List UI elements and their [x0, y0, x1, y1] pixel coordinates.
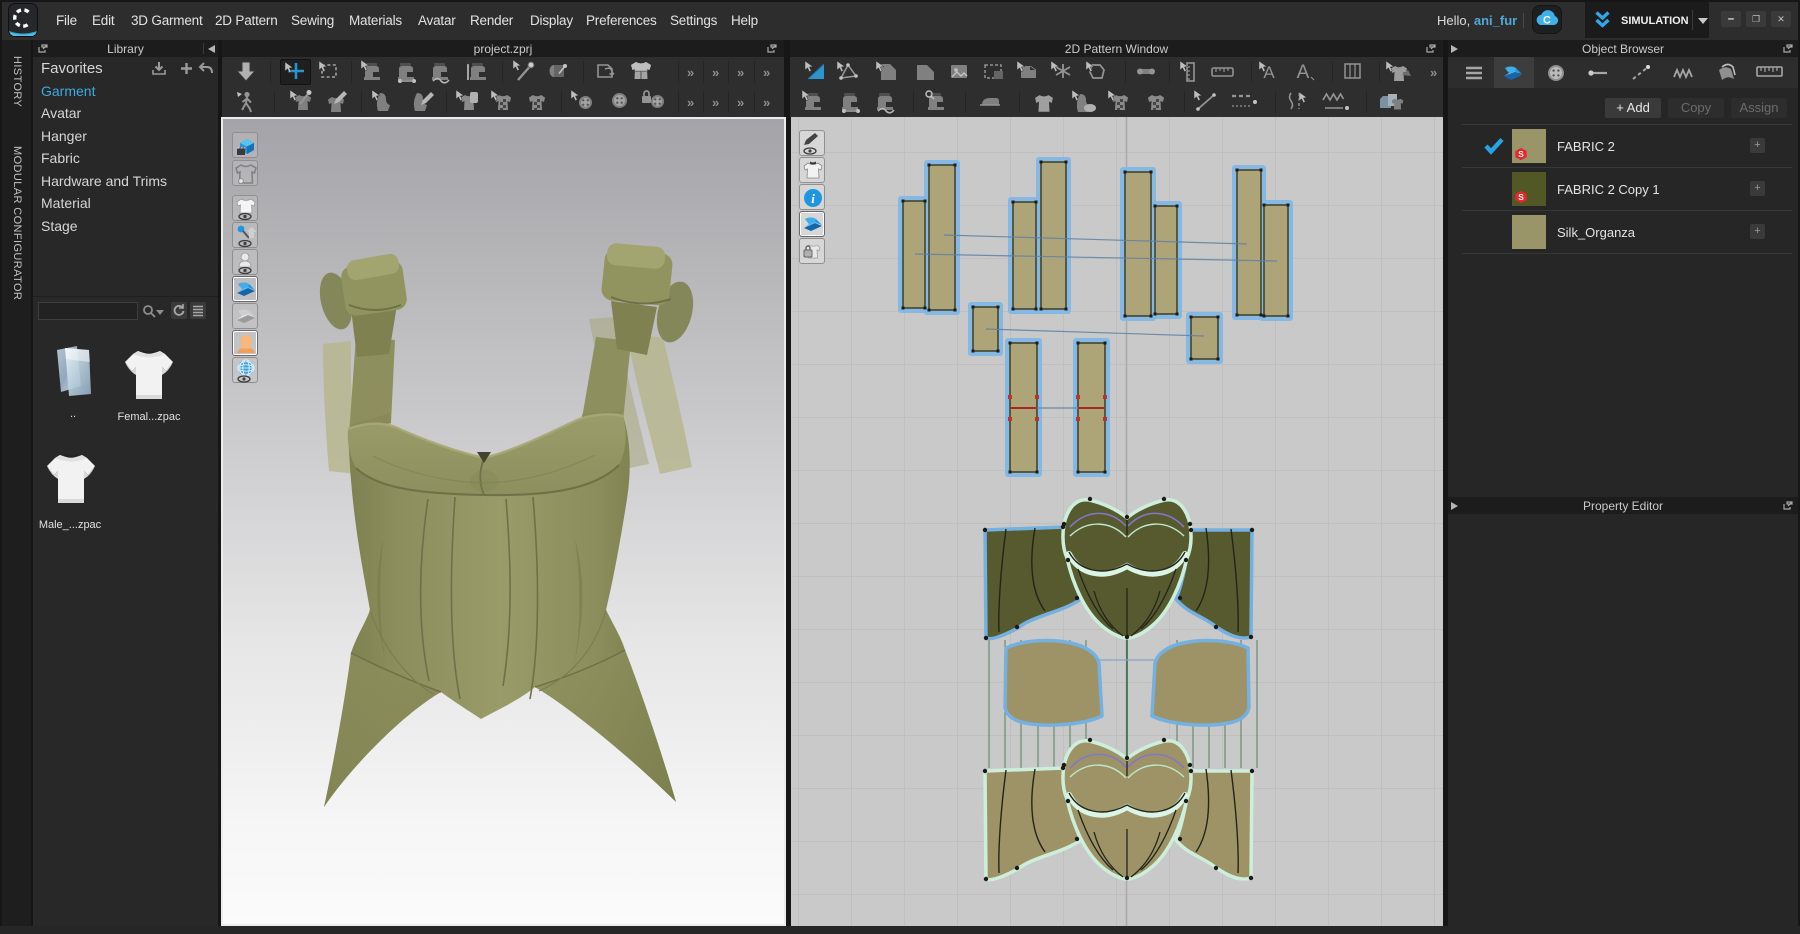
svg-text:C: C	[1543, 15, 1551, 27]
svg-text:S: S	[1518, 192, 1524, 202]
svg-text:i: i	[811, 191, 815, 206]
svg-text:S: S	[1518, 149, 1524, 159]
svg-text:A: A	[1297, 62, 1310, 83]
